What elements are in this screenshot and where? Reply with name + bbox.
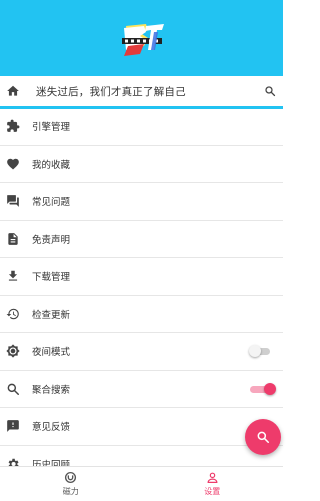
forum-icon: [7, 195, 19, 208]
menu-item-label: 常见问题: [32, 197, 71, 209]
search-icon: [7, 383, 19, 395]
search-icon: [257, 431, 270, 444]
menu-item-disclaimer[interactable]: 免责声明: [0, 221, 283, 258]
menu-item-label: 免责声明: [32, 234, 71, 246]
daily-quote: 迷失过后，我们才真正了解自己: [36, 85, 186, 98]
menu-item-label: 夜间模式: [32, 347, 71, 359]
tab-label: 磁力: [62, 487, 79, 496]
night-mode-toggle[interactable]: [249, 345, 272, 358]
menu-item-engine-management[interactable]: 引擎管理: [0, 108, 283, 146]
tab-label: 设置: [204, 487, 221, 496]
bottom-navigation: 磁力 设置: [0, 466, 283, 501]
menu-item-label: 我的收藏: [32, 159, 71, 171]
refresh-icon: [6, 308, 19, 319]
puzzle-icon: [7, 119, 20, 133]
menu-item-label: 聚合搜索: [32, 384, 71, 396]
menu-item-label: 检查更新: [32, 309, 71, 321]
app-header: [0, 0, 283, 76]
home-icon[interactable]: [6, 84, 20, 98]
toggle-knob: [264, 382, 276, 395]
person-icon: [207, 472, 218, 483]
document-icon: [8, 232, 18, 245]
menu-item-favorites[interactable]: 我的收藏: [0, 146, 283, 183]
menu-item-aggregate-search[interactable]: 聚合搜索: [0, 371, 283, 408]
bt-logo: [122, 24, 164, 56]
tab-settings[interactable]: 设置: [142, 467, 284, 501]
download-icon: [8, 271, 18, 281]
floating-search-button[interactable]: [245, 419, 281, 455]
menu-item-label: 下载管理: [32, 272, 71, 284]
heart-icon: [7, 158, 19, 170]
menu-item-night-mode[interactable]: 夜间模式: [0, 333, 283, 371]
menu-item-label: 引擎管理: [32, 122, 71, 134]
feedback-icon: [7, 420, 19, 433]
settings-menu: 引擎管理 我的收藏 常见问题 免责声明 下载管理 检查更新 夜间模式 聚合搜索 …: [0, 108, 283, 483]
quote-search-bar[interactable]: 迷失过后，我们才真正了解自己: [0, 76, 283, 109]
tab-magnet[interactable]: 磁力: [0, 467, 142, 501]
menu-item-label: 意见反馈: [32, 422, 71, 434]
menu-item-feedback[interactable]: 意见反馈: [0, 408, 283, 446]
menu-item-faq[interactable]: 常见问题: [0, 183, 283, 221]
toggle-knob: [249, 345, 261, 358]
aggregate-search-toggle[interactable]: [250, 382, 276, 395]
search-icon[interactable]: [264, 85, 276, 97]
brightness-icon: [6, 344, 20, 358]
magnet-icon: [65, 471, 77, 484]
menu-item-download-management[interactable]: 下载管理: [0, 258, 283, 296]
menu-item-check-update[interactable]: 检查更新: [0, 296, 283, 333]
